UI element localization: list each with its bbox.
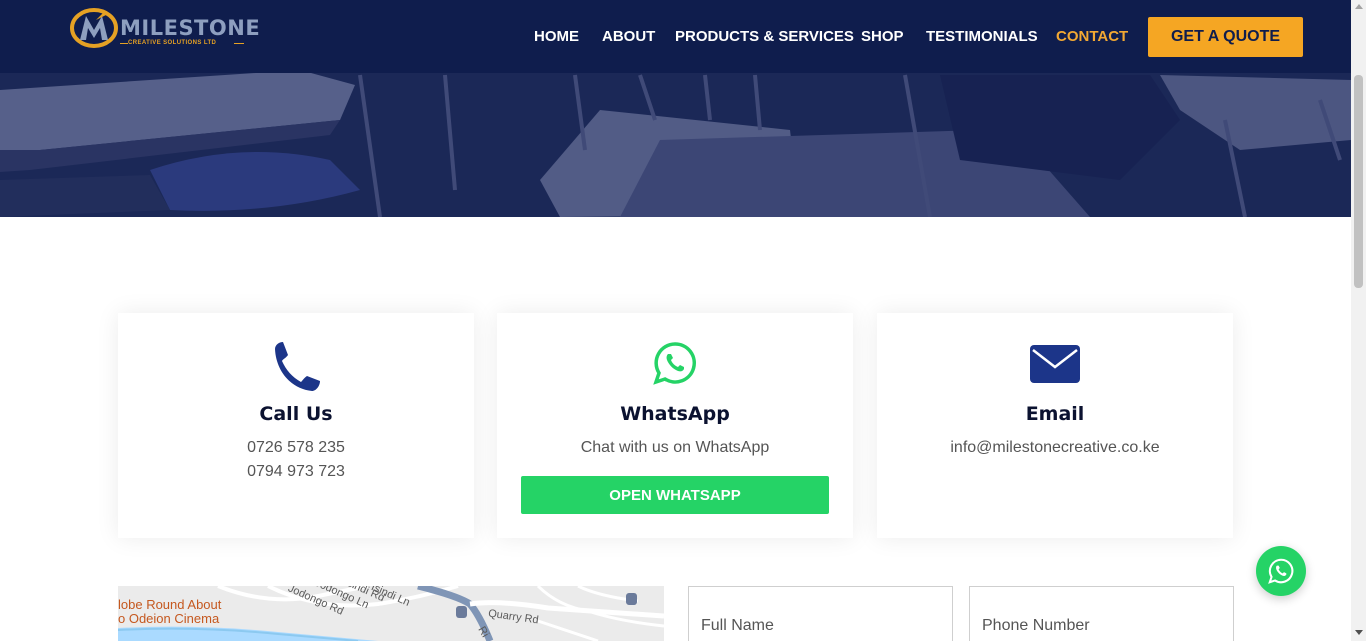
map-poi-globe-roundabout: lobe Round About xyxy=(118,597,222,612)
brand-name: MILESTONE xyxy=(120,16,261,40)
site-header: MILESTONE CREATIVE SOLUTIONS LTD HOME AB… xyxy=(0,0,1351,73)
scroll-down-arrow-icon[interactable] xyxy=(1355,630,1363,635)
location-map[interactable]: lobe Round About o Odeion Cinema Jodongo… xyxy=(118,586,664,641)
whatsapp-title: WhatsApp xyxy=(620,403,730,425)
tagline-rule-right xyxy=(234,43,244,44)
phone-number-input[interactable] xyxy=(969,586,1234,641)
call-us-card: Call Us 0726 578 235 0794 973 723 xyxy=(118,313,474,538)
page-scrollbar[interactable] xyxy=(1351,0,1366,641)
email-card: Email info@milestonecreative.co.ke xyxy=(877,313,1233,538)
nav-about[interactable]: ABOUT xyxy=(602,28,655,45)
get-a-quote-button[interactable]: GET A QUOTE xyxy=(1148,17,1303,57)
email-title: Email xyxy=(1025,403,1085,425)
call-us-title: Call Us xyxy=(259,403,333,425)
whatsapp-description: Chat with us on WhatsApp xyxy=(580,439,770,456)
whatsapp-card: WhatsApp Chat with us on WhatsApp OPEN W… xyxy=(497,313,853,538)
nav-products-services[interactable]: PRODUCTS & SERVICES xyxy=(675,28,854,45)
nav-contact[interactable]: CONTACT xyxy=(1056,28,1128,45)
whatsapp-icon xyxy=(653,341,697,390)
map-poi-odeion-cinema: o Odeion Cinema xyxy=(118,611,220,626)
nav-shop[interactable]: SHOP xyxy=(861,28,904,45)
whatsapp-icon xyxy=(1268,558,1294,584)
phone-number-secondary: 0794 973 723 xyxy=(247,463,345,480)
email-address[interactable]: info@milestonecreative.co.ke xyxy=(877,439,1233,457)
nav-home[interactable]: HOME xyxy=(534,28,579,45)
tagline-rule-left xyxy=(120,43,128,44)
scrollbar-thumb[interactable] xyxy=(1354,75,1363,288)
milestone-logo-icon xyxy=(70,8,118,48)
brand-tagline: CREATIVE SOLUTIONS LTD xyxy=(128,40,217,46)
scroll-up-arrow-icon[interactable] xyxy=(1355,4,1363,9)
phone-icon xyxy=(271,341,321,398)
full-name-input[interactable] xyxy=(688,586,953,641)
floating-whatsapp-button[interactable] xyxy=(1256,546,1306,596)
phone-number-primary: 0726 578 235 xyxy=(247,439,345,456)
nav-testimonials[interactable]: TESTIMONIALS xyxy=(926,28,1038,45)
envelope-icon xyxy=(1030,345,1080,388)
open-whatsapp-button[interactable]: OPEN WHATSAPP xyxy=(521,476,829,514)
